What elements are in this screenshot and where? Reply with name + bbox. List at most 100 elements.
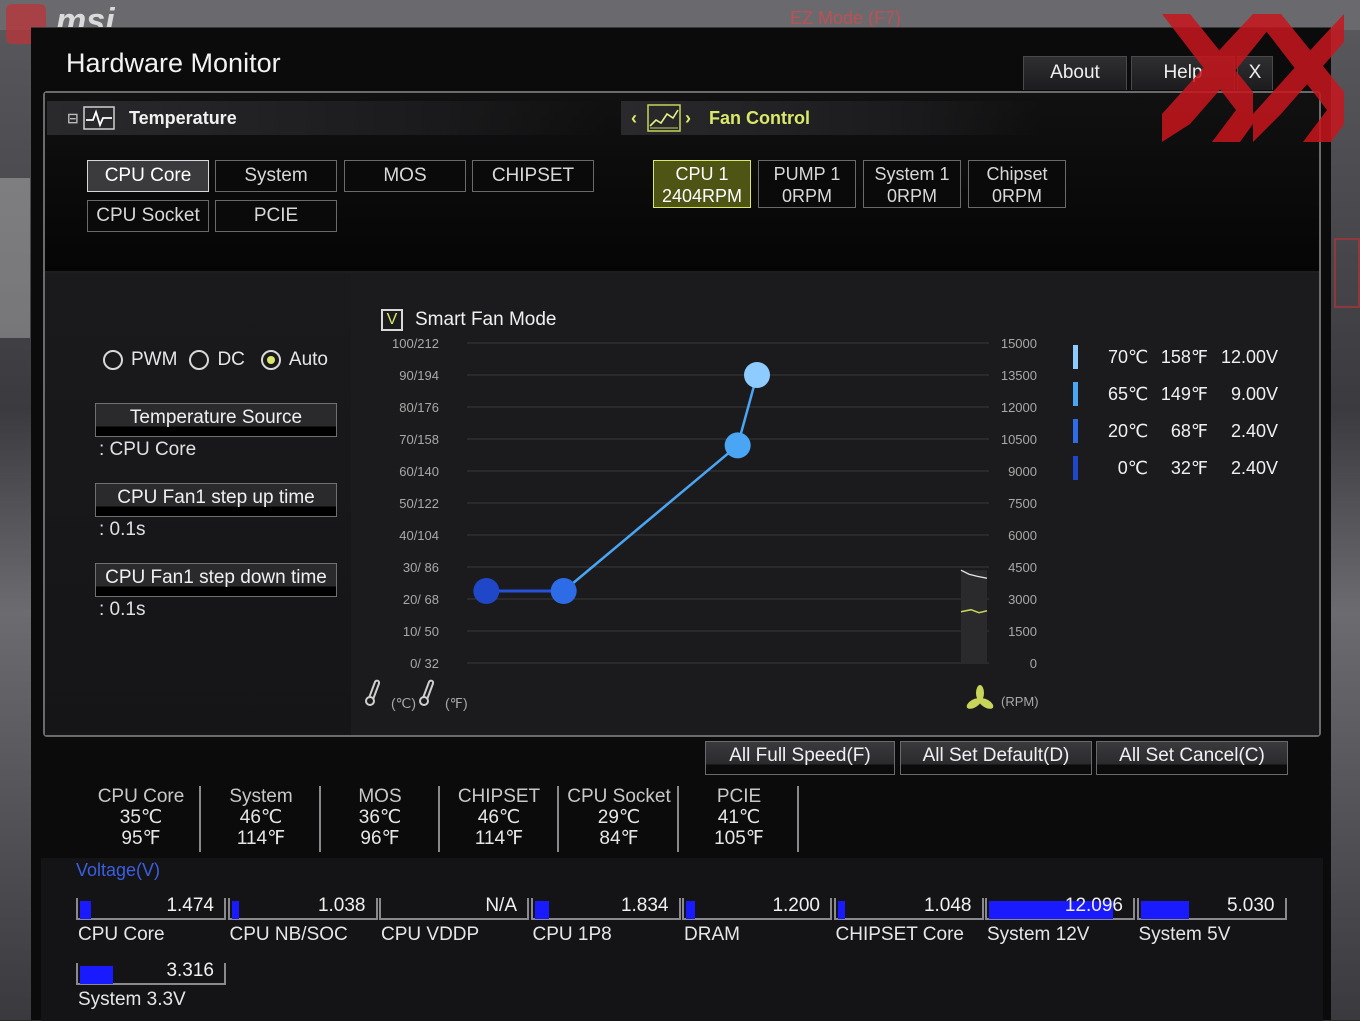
y-right-tick-label: 1500 <box>1008 624 1037 639</box>
collapse-icon[interactable]: ⊟ <box>67 101 79 135</box>
source-system-button[interactable]: System <box>215 160 337 192</box>
temp-reading-mos: MOS 36℃ 96℉ <box>322 786 440 852</box>
legend-voltage: 9.00V <box>1230 383 1278 404</box>
temp-fahrenheit: 105℉ <box>714 828 764 849</box>
temperature-graph-icon <box>83 106 115 130</box>
voltage-area: Voltage(V) 1.474 CPU Core 1.038 CPU NB/SOC N… <box>41 858 1323 1021</box>
close-button[interactable]: X <box>1237 56 1273 90</box>
all-full-speed-button[interactable]: All Full Speed(F) <box>705 741 895 775</box>
temp-reading-system: System 46℃ 114℉ <box>203 786 321 852</box>
voltage-bar: 1.038 <box>227 895 378 920</box>
temp-celsius: 41℃ <box>717 807 761 828</box>
panel-header: ⊟ Temperature ‹ › Fan Control CPU Core S… <box>45 93 1319 271</box>
rpm-meter-track <box>961 570 987 663</box>
curve-legend-row: 65℃ 149℉ 9.00V <box>1073 382 1278 406</box>
legend-temp-f: 158℉ <box>1160 346 1208 367</box>
curve-legend-row: 20℃ 68℉ 2.40V <box>1073 419 1278 443</box>
fan-pump1-button[interactable]: PUMP 1 0RPM <box>758 160 856 208</box>
voltage-label: System 12V <box>987 924 1090 945</box>
temp-name: System <box>229 786 293 807</box>
source-cpu-core-button[interactable]: CPU Core <box>87 160 209 192</box>
voltage-label: CPU Core <box>78 924 165 945</box>
y-left-tick-label: 100/212 <box>392 336 439 351</box>
fan-mode-group: PWM DC Auto <box>103 349 328 371</box>
step-down-time-button[interactable]: CPU Fan1 step down time <box>95 563 337 597</box>
temp-name: MOS <box>358 786 402 807</box>
source-cpu-socket-button[interactable]: CPU Socket <box>87 200 209 232</box>
background-panel-right <box>1334 238 1360 308</box>
hardware-monitor-window: Hardware Monitor About Help X ⊟ Temperat… <box>31 27 1331 1021</box>
legend-temp-c: 65℃ <box>1108 383 1149 404</box>
voltage-value: 1.474 <box>166 895 214 916</box>
temp-fahrenheit: 114℉ <box>474 828 524 849</box>
ez-mode-link[interactable]: EZ Mode (F7) <box>790 8 901 29</box>
temperature-section-header: ⊟ Temperature <box>47 101 607 135</box>
dc-label: DC <box>217 349 245 370</box>
voltage-value: 5.030 <box>1226 895 1275 916</box>
voltage-label: System 3.3V <box>78 989 186 1010</box>
voltage-bar: 1.200 <box>682 895 832 920</box>
y-right-tick-label: 4500 <box>1008 560 1037 575</box>
legend-temp-c: 20℃ <box>1108 420 1149 441</box>
source-mos-button[interactable]: MOS <box>344 160 466 192</box>
about-button[interactable]: About <box>1023 56 1127 90</box>
fan-curve-chart[interactable]: 100/212 1500090/194 1350080/176 1200070/158… <box>351 313 1051 733</box>
legend-temp-f: 32℉ <box>1170 457 1208 478</box>
fan-chipset-button[interactable]: Chipset 0RPM <box>968 160 1066 208</box>
fan-control-section-header: ‹ › Fan Control <box>621 101 1041 135</box>
curve-point-handle[interactable] <box>473 578 500 604</box>
temp-fahrenheit: 96℉ <box>360 828 400 849</box>
voltage-bar: 1.474 <box>76 895 226 920</box>
fan-prev-icon[interactable]: ‹ <box>631 101 637 135</box>
source-pcie-button[interactable]: PCIE <box>215 200 337 232</box>
voltage-bar: 3.316 <box>76 960 226 985</box>
all-set-default-button[interactable]: All Set Default(D) <box>900 741 1092 775</box>
source-chipset-button[interactable]: CHIPSET <box>472 160 594 192</box>
fan-system1-button[interactable]: System 1 0RPM <box>863 160 961 208</box>
fan-cpu1-button[interactable]: CPU 1 2404RPM <box>653 160 751 208</box>
all-set-cancel-button[interactable]: All Set Cancel(C) <box>1096 741 1288 775</box>
voltage-value: 1.200 <box>772 895 820 916</box>
step-up-time-button[interactable]: CPU Fan1 step up time <box>95 483 337 517</box>
voltage-value: 3.316 <box>166 960 214 981</box>
fan-name: PUMP 1 <box>773 164 841 184</box>
curve-segment <box>562 444 739 592</box>
temp-celsius: 29℃ <box>597 807 641 828</box>
voltage-bar: 12.096 <box>985 895 1135 920</box>
pwm-radio[interactable] <box>103 350 123 370</box>
curve-point-handle[interactable] <box>724 432 751 459</box>
auto-radio[interactable] <box>260 350 281 370</box>
help-button[interactable]: Help <box>1131 56 1235 90</box>
temp-name: PCIE <box>716 786 762 807</box>
curve-point-handle[interactable] <box>744 362 770 388</box>
voltage-label: DRAM <box>684 924 740 945</box>
voltage-bar-fill <box>686 901 695 919</box>
voltage-value: 1.834 <box>620 895 669 916</box>
y-left-tick-label: 70/158 <box>399 432 439 447</box>
y-right-tick-label: 6000 <box>1008 528 1037 543</box>
voltage-label: System 5V <box>1138 924 1231 945</box>
temp-reading-chipset: CHIPSET 46℃ 114℉ <box>441 786 559 852</box>
dc-radio[interactable] <box>189 350 210 370</box>
y-right-tick-label: 10500 <box>1001 432 1037 447</box>
voltage-bar-fill <box>534 901 549 919</box>
y-left-tick-label: 20/ 68 <box>403 592 439 607</box>
voltage-bar-fill <box>231 901 239 919</box>
voltage-bar: 1.048 <box>833 895 984 920</box>
legend-color-bar <box>1073 456 1078 480</box>
fan-rpm: 0RPM <box>991 186 1042 206</box>
legend-temp-c: 0℃ <box>1117 457 1148 478</box>
fan-next-icon[interactable]: › <box>685 101 691 135</box>
y-right-tick-label: 7500 <box>1008 496 1037 511</box>
y-right-tick-label: 3000 <box>1008 592 1037 607</box>
fan-rpm: 2404RPM <box>661 186 743 206</box>
voltage-bar-fill <box>80 901 92 919</box>
legend-color-bar <box>1073 345 1078 369</box>
voltage-label: CPU 1P8 <box>532 924 612 945</box>
curve-point-handle[interactable] <box>550 578 577 604</box>
fan-name: CPU 1 <box>675 164 729 184</box>
temp-celsius: 35℃ <box>119 807 163 828</box>
temperature-title: Temperature <box>129 108 237 128</box>
temperature-source-button[interactable]: Temperature Source <box>95 403 337 437</box>
legend-voltage: 2.40V <box>1230 457 1278 478</box>
